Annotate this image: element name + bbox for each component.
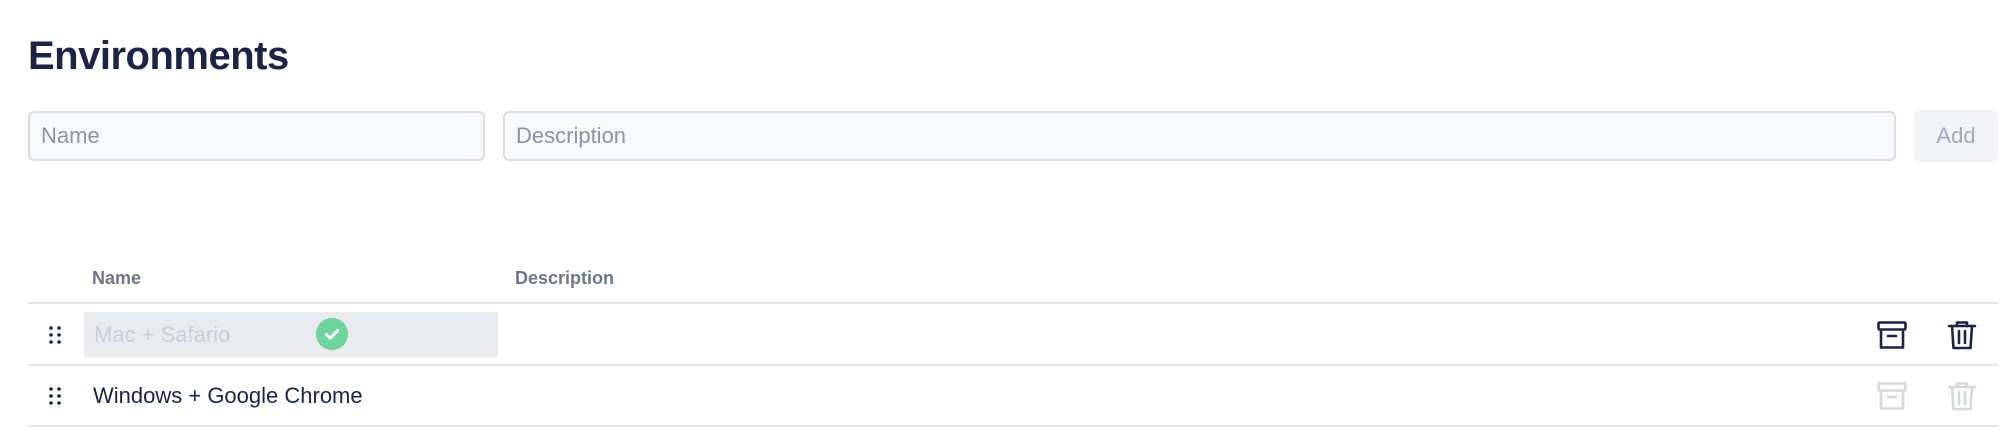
drag-handle-icon[interactable] [48, 386, 62, 406]
table-row: Windows + Google Chrome [28, 366, 1998, 425]
trash-icon[interactable] [1946, 319, 1978, 351]
name-edit-field[interactable]: Mac + Safario [84, 312, 498, 357]
drag-handle-icon[interactable] [48, 325, 62, 345]
table-header-divider [28, 302, 1998, 304]
table-row: Mac + Safario [28, 305, 1998, 364]
column-header-description: Description [515, 268, 615, 288]
page-title: Environments [28, 34, 289, 78]
name-edit-value: Mac + Safario [94, 322, 231, 347]
add-button[interactable]: Add [1914, 110, 1998, 162]
column-header-name: Name [92, 268, 142, 288]
trash-icon[interactable] [1946, 380, 1978, 412]
check-circle-icon [316, 318, 348, 350]
description-input[interactable] [503, 111, 1896, 161]
environment-name[interactable]: Windows + Google Chrome [93, 366, 363, 425]
table-bottom-divider [28, 425, 1998, 427]
name-input[interactable] [28, 111, 485, 161]
archive-icon[interactable] [1876, 319, 1908, 351]
environments-page: Environments Add Name Description Mac + … [0, 0, 2012, 448]
archive-icon[interactable] [1876, 380, 1908, 412]
